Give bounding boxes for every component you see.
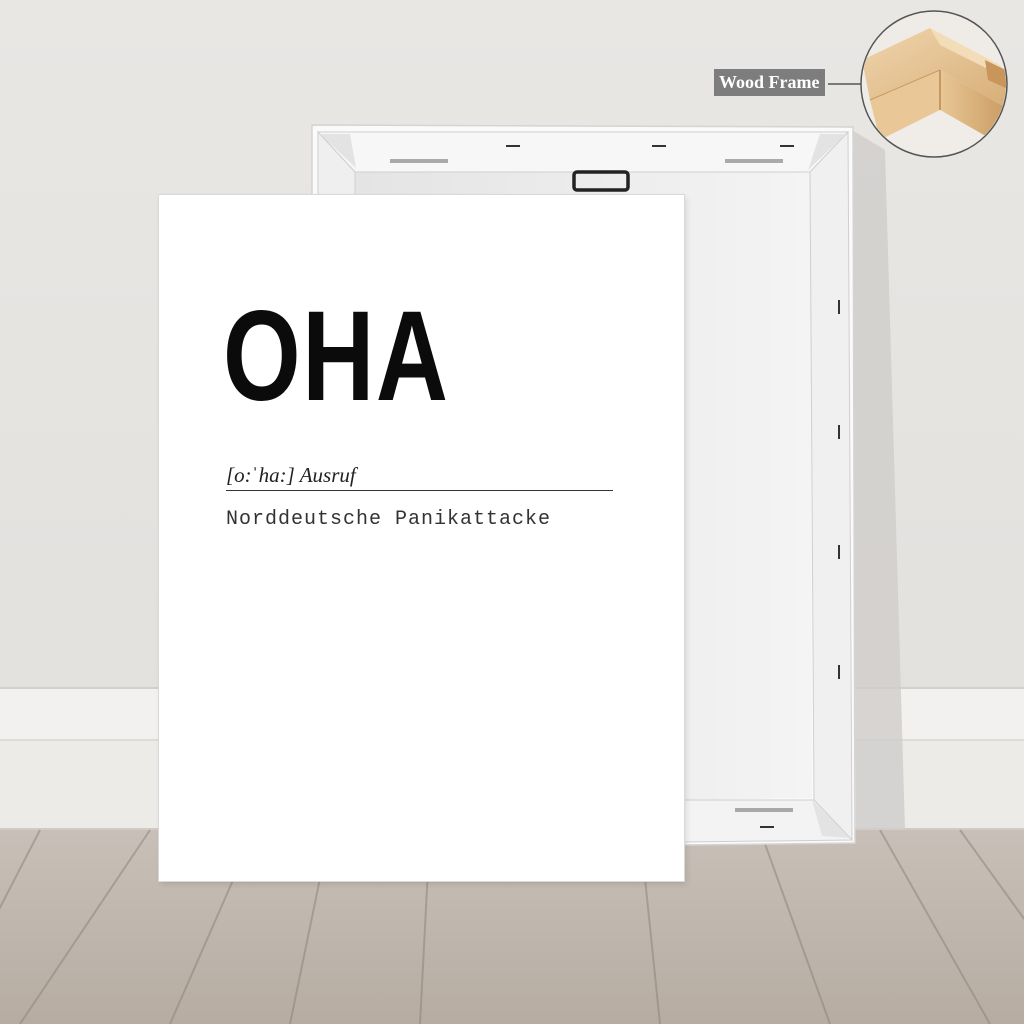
poster-phonetic: [o:ˈha:] Ausruf xyxy=(226,463,356,487)
canvas-print-front: OHA [o:ˈha:] Ausruf Norddeutsche Panikat… xyxy=(159,195,684,881)
poster-definition: Norddeutsche Panikattacke xyxy=(226,508,552,531)
poster-divider xyxy=(226,490,613,491)
poster-headword: OHA xyxy=(223,285,450,428)
wood-frame-label: Wood Frame xyxy=(713,68,826,97)
